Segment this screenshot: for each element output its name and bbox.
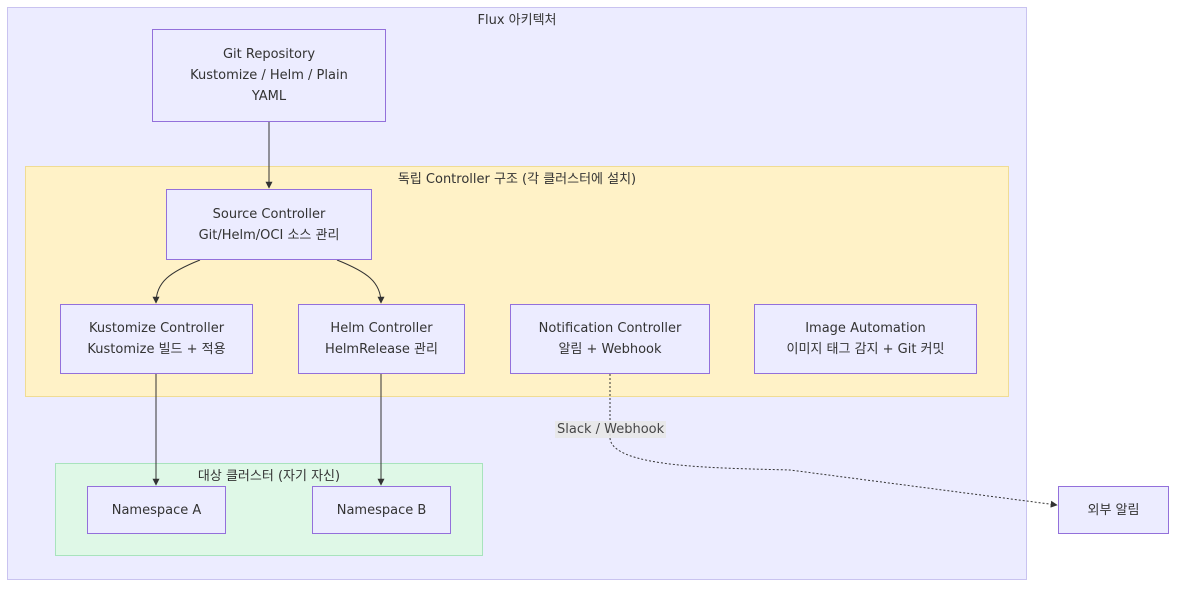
- target-cluster-title: 대상 클러스터 (자기 자신): [197, 469, 341, 484]
- namespace-b-label: Namespace B: [336, 502, 427, 518]
- helm-controller-desc: HelmRelease 관리: [325, 342, 438, 357]
- notification-controller-title: Notification Controller: [538, 321, 682, 336]
- notification-controller-desc: 알림 + Webhook: [558, 342, 662, 357]
- helm-controller-node: Helm Controller HelmRelease 관리: [298, 304, 465, 374]
- source-controller-node: Source Controller Git/Helm/OCI 소스 관리: [166, 189, 372, 260]
- external-alert-node: 외부 알림: [1058, 486, 1169, 534]
- kustomize-controller-desc: Kustomize 빌드 + 적용: [87, 342, 226, 357]
- source-controller-desc: Git/Helm/OCI 소스 관리: [198, 227, 340, 243]
- namespace-a-node: Namespace A: [87, 486, 226, 534]
- namespace-b-node: Namespace B: [312, 486, 451, 534]
- git-repository-node: Git Repository Kustomize / Helm / Plain …: [152, 29, 386, 122]
- namespace-a-label: Namespace A: [111, 502, 202, 518]
- edge-label-slack-webhook: Slack / Webhook: [555, 421, 667, 438]
- image-automation-node: Image Automation 이미지 태그 감지 + Git 커밋: [754, 304, 977, 374]
- kustomize-controller-node: Kustomize Controller Kustomize 빌드 + 적용: [60, 304, 253, 374]
- controller-cluster-title: 독립 Controller 구조 (각 클러스터에 설치): [397, 172, 637, 187]
- git-repository-title: Git Repository: [222, 47, 316, 62]
- notification-controller-node: Notification Controller 알림 + Webhook: [510, 304, 710, 374]
- external-alert-label: 외부 알림: [1087, 502, 1140, 518]
- flux-architecture-title: Flux 아키텍처: [477, 13, 557, 28]
- image-automation-desc: 이미지 태그 감지 + Git 커밋: [786, 342, 945, 357]
- git-repository-formats: Kustomize / Helm / Plain: [190, 68, 348, 83]
- kustomize-controller-title: Kustomize Controller: [88, 321, 225, 336]
- image-automation-title: Image Automation: [805, 321, 926, 336]
- source-controller-title: Source Controller: [212, 206, 326, 222]
- git-repository-formats-cont: YAML: [251, 89, 287, 104]
- helm-controller-title: Helm Controller: [330, 321, 433, 336]
